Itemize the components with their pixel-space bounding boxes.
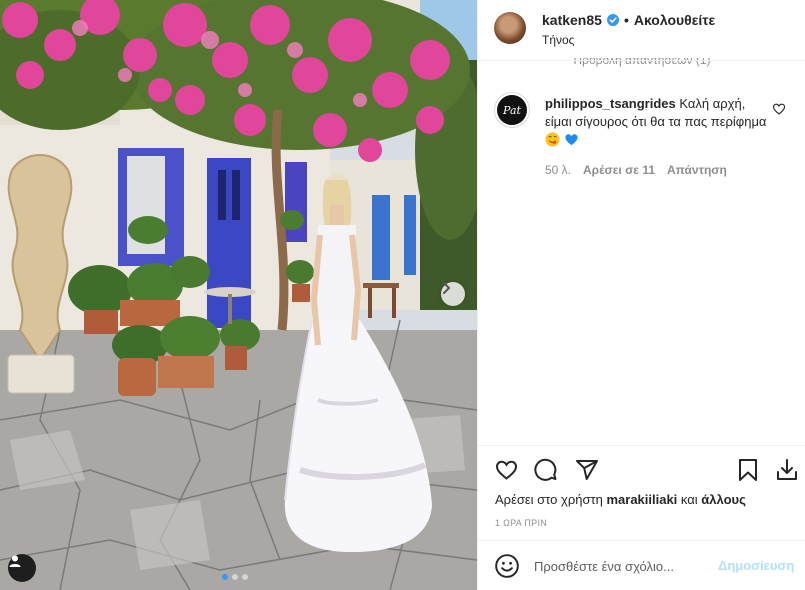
commenter-avatar[interactable]: Pat xyxy=(494,92,530,128)
face-savoring-emoji xyxy=(545,132,560,147)
bookmark-icon xyxy=(739,459,757,481)
following-button[interactable]: Ακολουθείτε xyxy=(634,12,715,28)
commenter-avatar-logo: Pat xyxy=(497,95,527,125)
header-divider xyxy=(478,60,805,61)
chevron-right-icon xyxy=(443,282,450,294)
commenter-username[interactable]: philippos_tsangrides xyxy=(545,96,676,111)
share-button[interactable] xyxy=(573,456,601,484)
smiley-icon[interactable] xyxy=(494,553,520,579)
author-line: katken85 • Ακολουθείτε xyxy=(542,12,715,28)
post-side-panel: katken85 • Ακολουθείτε Τήνος Προβολή απα… xyxy=(477,0,805,590)
post-comment-button[interactable]: Δημοσίευση xyxy=(718,558,794,573)
likes-others-link[interactable]: άλλους xyxy=(701,492,746,507)
comment-meta: 50 λ. Αρέσει σε 11 Απάντηση xyxy=(545,163,727,177)
post-header: katken85 • Ακολουθείτε Τήνος xyxy=(478,0,805,60)
share-icon xyxy=(576,460,598,480)
blue-heart-emoji xyxy=(564,134,578,146)
comment-icon xyxy=(534,458,557,481)
comment-time[interactable]: 50 λ. xyxy=(545,163,571,177)
add-comment-bar: Δημοσίευση xyxy=(478,541,805,590)
verified-badge-icon xyxy=(606,14,619,26)
reply-button[interactable]: Απάντηση xyxy=(667,163,727,177)
carousel-dot xyxy=(222,574,228,580)
likes-prefix: Αρέσει στο χρήστη xyxy=(495,492,603,507)
comment-body: philippos_tsangrides Καλή αρχή, είμαι σί… xyxy=(545,95,770,149)
post-location[interactable]: Τήνος xyxy=(542,33,574,47)
author-avatar[interactable] xyxy=(494,12,526,44)
next-photo-button[interactable] xyxy=(441,282,465,306)
author-username[interactable]: katken85 xyxy=(542,12,602,28)
carousel-dot xyxy=(232,574,238,580)
user-tag-icon xyxy=(9,555,21,567)
post-timestamp[interactable]: 1 ΩΡΑ ΠΡΙΝ xyxy=(495,518,547,528)
save-button[interactable] xyxy=(734,456,762,484)
comment-input[interactable] xyxy=(534,555,714,577)
likes-summary: Αρέσει στο χρήστη marakiiliaki και άλλου… xyxy=(495,492,746,507)
liker-username[interactable]: marakiiliaki xyxy=(606,492,677,507)
likes-suffix: και xyxy=(680,492,698,507)
heart-icon xyxy=(495,460,517,480)
post-photo[interactable] xyxy=(0,0,477,590)
like-button[interactable] xyxy=(492,456,520,484)
carousel-dot xyxy=(242,574,248,580)
post-actions-bar xyxy=(478,452,805,488)
download-icon xyxy=(777,459,797,480)
separator-dot: • xyxy=(623,12,629,28)
actions-divider xyxy=(478,445,805,446)
comment-button[interactable] xyxy=(532,456,560,484)
carousel-indicator xyxy=(222,574,248,580)
tagged-users-button[interactable] xyxy=(8,554,36,582)
comment-like-heart-icon[interactable] xyxy=(772,102,786,116)
download-button[interactable] xyxy=(773,456,801,484)
comment-likes-count[interactable]: Αρέσει σε 11 xyxy=(583,163,655,177)
post-photo-illustration xyxy=(0,0,477,590)
